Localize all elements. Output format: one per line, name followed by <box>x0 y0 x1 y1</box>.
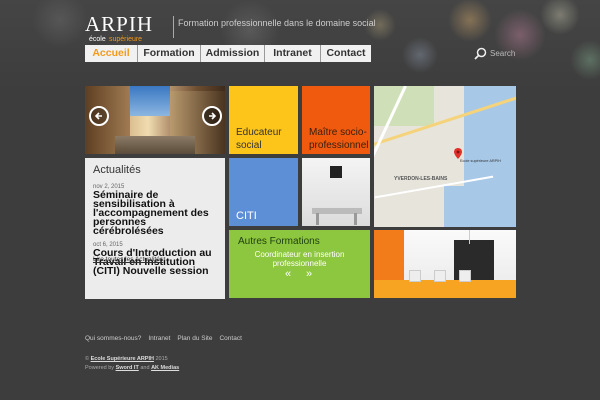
tile-educateur-social[interactable]: Educateur social <box>229 86 298 154</box>
powered-by-sword-link[interactable]: Sword IT <box>116 365 139 371</box>
photo-orange-wall <box>374 230 404 280</box>
search-box <box>474 47 550 60</box>
copyright-year: 2015 <box>155 356 168 362</box>
copyright-symbol: © <box>85 356 90 362</box>
tile-educateur-label: Educateur social <box>236 127 282 151</box>
main-nav: Accueil Formation Admission Intranet Con… <box>85 45 371 62</box>
powered-and-text: and <box>140 365 150 371</box>
logo-main-text: ARPIH <box>85 12 154 36</box>
photo-table-leg <box>354 213 357 225</box>
powered-by-text: Powered by <box>85 365 115 371</box>
location-map[interactable]: YVERDON-LES-BAINS Ecole supérieure ARPIH <box>374 86 516 227</box>
copyright-name-link[interactable]: Ecole Supérieure ARPIH <box>91 356 154 362</box>
photo-wall-screen <box>330 166 342 178</box>
footer-links: Qui sommes-nous? Intranet Plan du Site C… <box>85 335 249 342</box>
news-panel: Actualités nov 2, 2015 Séminaire de sens… <box>85 158 225 299</box>
logo-ecole-text: école <box>89 36 106 43</box>
classroom-photo <box>302 158 370 226</box>
slider-photo-sky <box>130 86 170 116</box>
tagline: Formation professionnelle dans le domain… <box>178 18 376 28</box>
footer-link-contact[interactable]: Contact <box>219 335 241 342</box>
slider-next-button[interactable] <box>202 106 222 126</box>
autres-next-button[interactable]: » <box>306 268 312 280</box>
copyright: © Ecole Supérieure ARPIH 2015 Powered by… <box>85 355 179 373</box>
arrow-left-icon <box>94 112 102 120</box>
tile-maitre-label: Maître socio-professionnel <box>309 127 369 151</box>
footer-link-intranet[interactable]: Intranet <box>148 335 170 342</box>
search-input[interactable] <box>490 49 550 58</box>
news-title: Actualités <box>93 164 141 176</box>
slider-photo-street <box>115 136 195 154</box>
autres-prev-button[interactable]: « <box>285 268 291 280</box>
photo-lamp <box>469 230 470 244</box>
news-headline-link[interactable]: Séminaire de sensibilisation à l'accompa… <box>93 190 217 237</box>
footer-link-plan-du-site[interactable]: Plan du Site <box>177 335 212 342</box>
autres-formations-item-link[interactable]: Coordinateur en insertion professionnell… <box>229 250 370 268</box>
footer-link-qui-sommes-nous[interactable]: Qui sommes-nous? <box>85 335 141 342</box>
nav-accueil[interactable]: Accueil <box>85 45 138 62</box>
logo-divider <box>173 16 174 38</box>
photo-chair <box>459 270 471 282</box>
powered-by-akmedias-link[interactable]: AK Medias <box>151 365 179 371</box>
arrow-right-icon <box>209 112 217 120</box>
autres-formations-title: Autres Formations <box>238 236 320 247</box>
nav-formation[interactable]: Formation <box>138 45 201 62</box>
photo-chair <box>409 270 421 282</box>
map-pin-icon[interactable] <box>454 148 462 159</box>
nav-admission[interactable]: Admission <box>201 45 265 62</box>
tile-citi[interactable]: CITI <box>229 158 298 226</box>
photo-chair <box>434 270 446 282</box>
photo-slider <box>85 86 225 154</box>
logo-superieure-text: supérieure <box>109 36 143 43</box>
slider-prev-button[interactable] <box>89 106 109 126</box>
photo-orange-floor <box>374 280 516 298</box>
autres-formations-panel: Autres Formations Coordinateur en insert… <box>229 230 370 298</box>
search-icon[interactable] <box>474 47 487 60</box>
nav-contact[interactable]: Contact <box>321 45 371 62</box>
lounge-photo <box>374 230 516 298</box>
photo-table-leg <box>316 213 319 225</box>
all-news-link[interactable]: Lire toutes les Actualités <box>93 256 163 263</box>
map-lake <box>444 186 516 227</box>
nav-intranet[interactable]: Intranet <box>265 45 321 62</box>
map-town-label: YVERDON-LES-BAINS <box>394 176 448 182</box>
arpih-logo[interactable]: ARPIH école supérieure <box>85 12 170 46</box>
tile-maitre-socio-professionnel[interactable]: Maître socio-professionnel <box>302 86 370 154</box>
map-pin-label: Ecole supérieure ARPIH <box>460 159 501 163</box>
tile-citi-label: CITI <box>236 210 257 222</box>
